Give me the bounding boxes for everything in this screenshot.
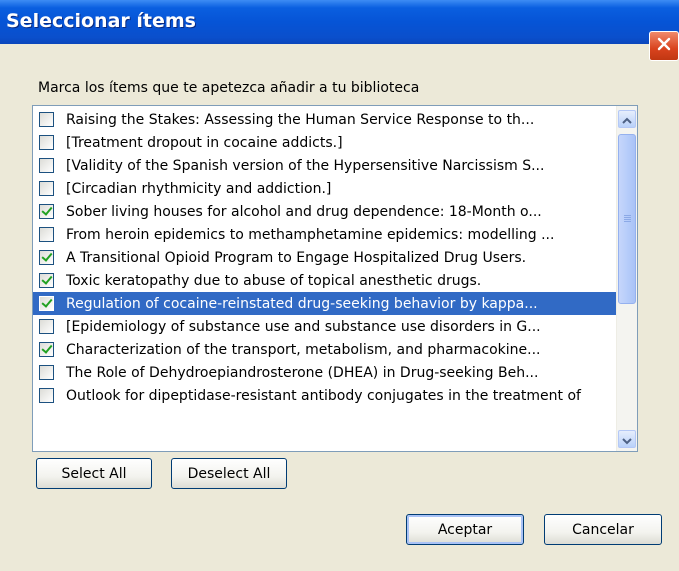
item-checkbox[interactable] <box>39 365 54 380</box>
item-checkbox[interactable] <box>39 342 54 357</box>
window-title: Seleccionar ítems <box>6 10 196 32</box>
item-checkbox[interactable] <box>39 112 54 127</box>
list-item[interactable]: [Epidemiology of substance use and subst… <box>33 315 617 338</box>
item-label: Characterization of the transport, metab… <box>66 341 541 358</box>
item-label: Sober living houses for alcohol and drug… <box>66 203 542 220</box>
item-checkbox[interactable] <box>39 204 54 219</box>
select-all-button[interactable]: Select All <box>36 458 152 489</box>
list-item[interactable]: Sober living houses for alcohol and drug… <box>33 200 617 223</box>
scroll-up-button[interactable] <box>618 110 636 128</box>
list-item[interactable]: [Validity of the Spanish version of the … <box>33 154 617 177</box>
list-item[interactable]: A Transitional Opioid Program to Engage … <box>33 246 617 269</box>
close-button[interactable] <box>649 31 679 61</box>
item-checkbox[interactable] <box>39 227 54 242</box>
grip-icon <box>624 215 631 223</box>
vertical-scrollbar[interactable] <box>616 106 637 451</box>
list-item[interactable]: Characterization of the transport, metab… <box>33 338 617 361</box>
scroll-down-button[interactable] <box>618 430 636 448</box>
item-label: A Transitional Opioid Program to Engage … <box>66 249 527 266</box>
instruction-text: Marca los ítems que te apetezca añadir a… <box>38 80 420 96</box>
list-item[interactable]: Toxic keratopathy due to abuse of topica… <box>33 269 617 292</box>
item-checkbox[interactable] <box>39 135 54 150</box>
item-checkbox[interactable] <box>39 319 54 334</box>
item-label: [Treatment dropout in cocaine addicts.] <box>66 134 343 151</box>
item-label: Toxic keratopathy due to abuse of topica… <box>66 272 482 289</box>
list-item[interactable]: [Circadian rhythmicity and addiction.] <box>33 177 617 200</box>
item-checkbox[interactable] <box>39 388 54 403</box>
item-checkbox[interactable] <box>39 158 54 173</box>
scrollbar-thumb[interactable] <box>618 134 636 304</box>
chevron-up-icon <box>622 110 632 129</box>
item-checkbox[interactable] <box>39 250 54 265</box>
list-item[interactable]: The Role of Dehydroepiandrosterone (DHEA… <box>33 361 617 384</box>
item-checkbox[interactable] <box>39 181 54 196</box>
item-checkbox[interactable] <box>39 296 54 311</box>
item-label: Raising the Stakes: Assessing the Human … <box>66 111 535 128</box>
list-item[interactable]: [Treatment dropout in cocaine addicts.] <box>33 131 617 154</box>
list-item[interactable]: Regulation of cocaine-reinstated drug-se… <box>33 292 617 315</box>
list-item[interactable]: Outlook for dipeptidase-resistant antibo… <box>33 384 617 407</box>
list-item[interactable]: From heroin epidemics to methamphetamine… <box>33 223 617 246</box>
title-bar[interactable]: Seleccionar ítems <box>0 0 679 44</box>
item-label: [Circadian rhythmicity and addiction.] <box>66 180 332 197</box>
item-label: From heroin epidemics to methamphetamine… <box>66 226 555 243</box>
item-label: Regulation of cocaine-reinstated drug-se… <box>66 295 538 312</box>
chevron-down-icon <box>622 430 632 449</box>
item-label: The Role of Dehydroepiandrosterone (DHEA… <box>66 364 539 381</box>
cancel-button[interactable]: Cancelar <box>544 514 662 545</box>
item-label: Outlook for dipeptidase-resistant antibo… <box>66 387 581 404</box>
item-label: [Epidemiology of substance use and subst… <box>66 318 541 335</box>
item-label: [Validity of the Spanish version of the … <box>66 157 545 174</box>
deselect-all-button[interactable]: Deselect All <box>171 458 287 489</box>
items-list-content: Raising the Stakes: Assessing the Human … <box>33 108 617 407</box>
accept-button[interactable]: Aceptar <box>406 514 524 545</box>
list-item[interactable]: Raising the Stakes: Assessing the Human … <box>33 108 617 131</box>
item-checkbox[interactable] <box>39 273 54 288</box>
close-icon <box>656 36 672 56</box>
items-list[interactable]: Raising the Stakes: Assessing the Human … <box>32 105 638 452</box>
